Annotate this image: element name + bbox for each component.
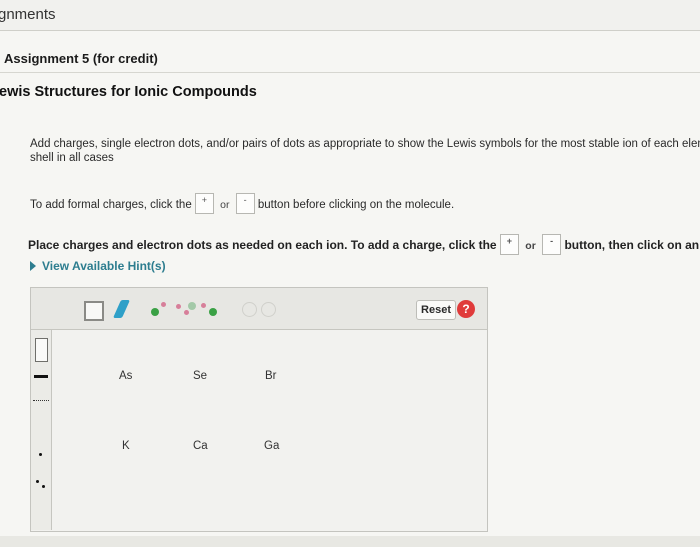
hint-label: View Available Hint(s) [42, 259, 166, 273]
pencil-icon[interactable] [112, 300, 131, 318]
element-as[interactable]: As [119, 370, 132, 382]
bond-tool-icon[interactable] [35, 338, 48, 362]
select-icon[interactable] [84, 301, 104, 321]
formal-suffix: button before clicking on the molecule. [257, 199, 455, 211]
bottom-edge [0, 536, 700, 547]
element-ca[interactable]: Ca [193, 440, 208, 452]
element-br[interactable]: Br [265, 370, 277, 382]
place-charge-instruction: Place charges and electron dots as neede… [28, 234, 700, 255]
element-ga[interactable]: Ga [264, 440, 279, 452]
dot-pair-icon[interactable] [36, 480, 39, 483]
dot-pair-icon[interactable] [42, 485, 45, 488]
help-button[interactable]: ? [457, 300, 475, 318]
instructions-line2: shell in all cases [30, 152, 114, 164]
redo-icon[interactable] [261, 302, 276, 317]
place-suffix: button, then click on an ator [564, 238, 700, 252]
or-label: or [220, 199, 230, 211]
view-hints-link[interactable]: View Available Hint(s) [30, 259, 166, 273]
place-prefix: Place charges and electron dots as neede… [28, 238, 497, 252]
single-dot-icon[interactable] [39, 453, 42, 456]
element-k[interactable]: K [122, 440, 130, 452]
header-title: gnments [0, 6, 56, 23]
or-label: or [525, 240, 536, 252]
reset-button[interactable]: Reset [416, 300, 456, 320]
single-electron-icon[interactable] [149, 300, 173, 318]
formal-prefix: To add formal charges, click the [30, 199, 192, 211]
dashed-bond-icon[interactable] [33, 400, 49, 406]
page-header: gnments [0, 0, 700, 31]
instructions-line1: Add charges, single electron dots, and/o… [30, 138, 700, 150]
lewis-drawing-panel: Reset ? As Se Br K Ca Ga [30, 287, 488, 532]
problem-title: ewis Structures for Ionic Compounds [0, 84, 257, 100]
assignment-title: Assignment 5 (for credit) [4, 51, 158, 66]
single-bond-icon[interactable] [34, 375, 48, 378]
element-se[interactable]: Se [193, 370, 207, 382]
electron-pair-icon[interactable] [174, 300, 198, 318]
drawing-toolbar: Reset ? [31, 288, 487, 330]
remove-electron-icon[interactable] [199, 300, 223, 318]
plus-charge-button[interactable]: + [194, 193, 214, 214]
minus-charge-button[interactable]: - [542, 234, 562, 255]
plus-charge-button[interactable]: + [499, 234, 519, 255]
instructions: Add charges, single electron dots, and/o… [30, 137, 700, 165]
minus-charge-button[interactable]: - [235, 193, 255, 214]
charge-tool-sidebar [31, 330, 52, 530]
formal-charge-instruction: To add formal charges, click the + or - … [30, 193, 454, 214]
undo-icon[interactable] [242, 302, 257, 317]
divider [0, 72, 700, 73]
caret-right-icon [30, 261, 36, 271]
